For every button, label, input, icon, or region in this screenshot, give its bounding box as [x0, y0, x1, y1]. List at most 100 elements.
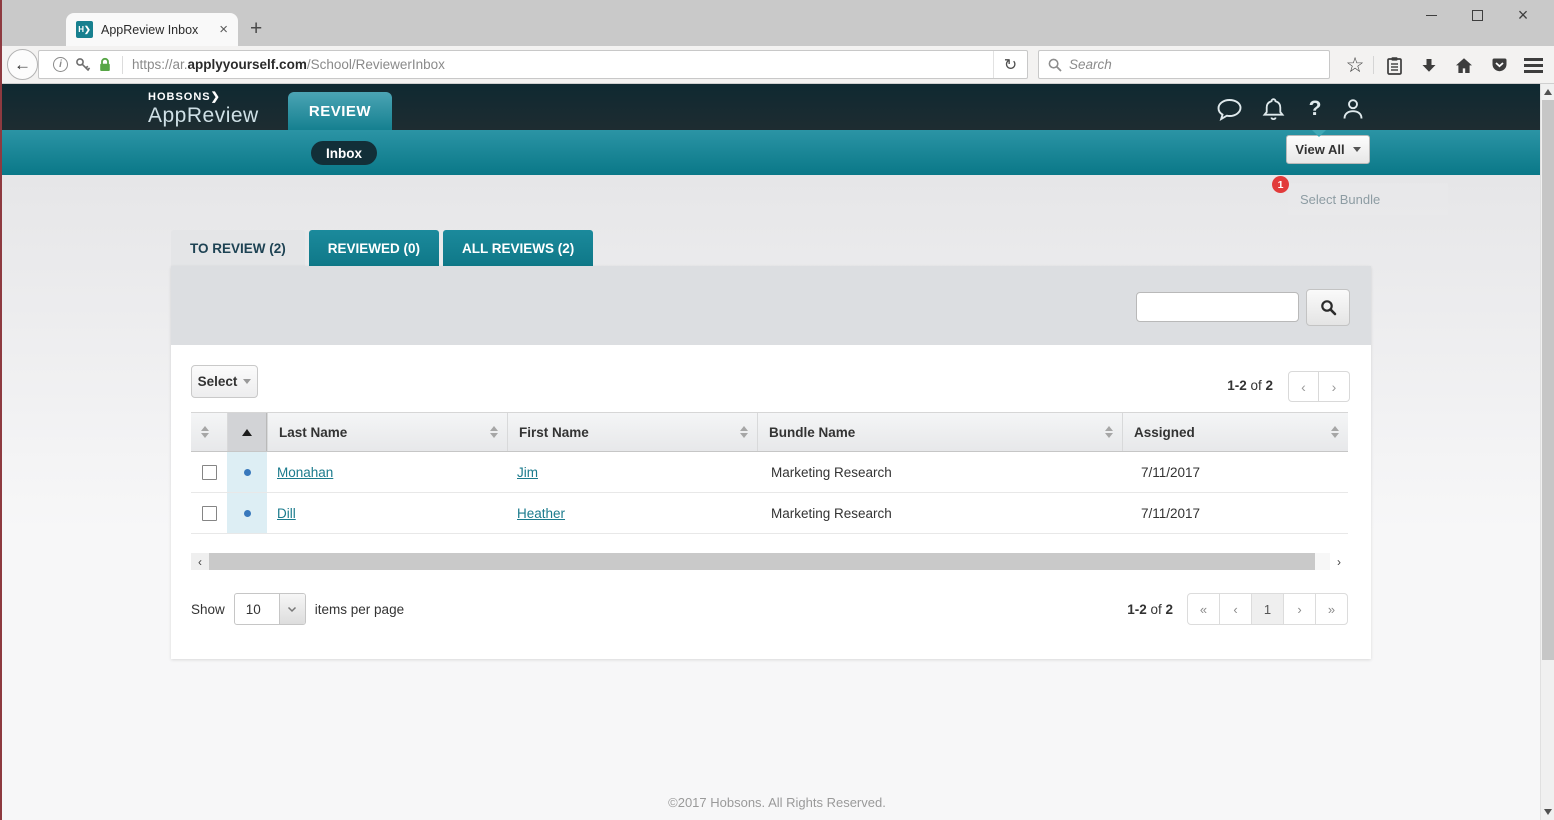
reviews-table: Last Name First Name Bundle Name Assigne…: [191, 412, 1348, 534]
page-size-select[interactable]: 10: [234, 593, 306, 625]
vertical-scrollbar[interactable]: [1540, 84, 1554, 820]
table-header-row: Last Name First Name Bundle Name Assigne…: [191, 412, 1348, 452]
back-button[interactable]: ←: [7, 49, 38, 80]
first-name-cell: Jim: [507, 452, 757, 492]
current-page-button[interactable]: 1: [1251, 593, 1284, 625]
page-size-value: 10: [235, 594, 279, 624]
top-pager: ‹ ›: [1288, 371, 1350, 402]
tab-all-reviews[interactable]: ALL REVIEWS (2): [443, 230, 593, 266]
chevron-down-icon: [243, 379, 251, 384]
scroll-right-button[interactable]: ›: [1330, 553, 1348, 570]
grid-search-button[interactable]: [1306, 289, 1350, 326]
row-status-cell: [227, 493, 267, 533]
bottom-pager: « ‹ 1 › »: [1187, 593, 1348, 625]
browser-tab[interactable]: H❯ AppReview Inbox ×: [66, 13, 238, 46]
new-tab-button[interactable]: +: [250, 17, 262, 41]
header-assigned[interactable]: Assigned: [1122, 413, 1348, 451]
scrollbar-thumb[interactable]: [209, 553, 1315, 570]
last-name-cell: Dill: [267, 493, 507, 533]
first-name-link[interactable]: Heather: [507, 506, 565, 521]
horizontal-scrollbar[interactable]: ‹ ›: [191, 553, 1348, 570]
divider: [122, 56, 123, 74]
row-checkbox[interactable]: [202, 506, 217, 521]
app-header: HOBSONS❯ AppReview REVIEW Select Bundle …: [0, 84, 1554, 130]
browser-search-input[interactable]: [1069, 57, 1329, 72]
select-dropdown-button[interactable]: Select: [191, 365, 258, 398]
bookmark-star-icon[interactable]: ☆: [1338, 49, 1372, 81]
browser-search-bar[interactable]: [1038, 50, 1330, 79]
inbox-panel: Select 1-2 of 2 ‹ › Last Name Fi: [171, 266, 1371, 659]
table-row: Monahan Jim Marketing Research 7/11/2017: [191, 452, 1348, 493]
window-edge-strip: [0, 0, 2, 820]
key-icon[interactable]: [75, 57, 91, 73]
sort-icon: [1105, 426, 1113, 438]
help-icon[interactable]: ?: [1298, 94, 1332, 124]
account-person-icon[interactable]: [1336, 94, 1370, 124]
bundle-cell: Marketing Research: [757, 493, 1122, 533]
next-page-button[interactable]: ›: [1319, 371, 1350, 402]
scrollbar-thumb[interactable]: [1542, 100, 1554, 660]
row-checkbox-cell: [191, 452, 227, 492]
view-all-dropdown[interactable]: View All: [1286, 135, 1370, 164]
nav-tab-review[interactable]: REVIEW: [288, 92, 392, 130]
scroll-up-icon[interactable]: [1544, 89, 1552, 95]
last-page-button[interactable]: »: [1315, 593, 1348, 625]
hobsons-logo-text: HOBSONS❯: [148, 90, 259, 103]
minimize-button[interactable]: [1408, 0, 1454, 30]
downloads-icon[interactable]: [1412, 49, 1446, 81]
tab-close-icon[interactable]: ×: [219, 22, 228, 37]
last-name-link[interactable]: Dill: [267, 506, 296, 521]
prev-page-button[interactable]: ‹: [1288, 371, 1319, 402]
header-select-column[interactable]: [191, 413, 227, 451]
select-label: Select: [198, 374, 238, 389]
reading-list-icon[interactable]: [1377, 49, 1411, 81]
tab-reviewed[interactable]: REVIEWED (0): [309, 230, 439, 266]
app-logo: HOBSONS❯ AppReview: [148, 90, 259, 128]
url-text: https://ar.applyyourself.com/School/Revi…: [132, 57, 445, 72]
sort-icon: [201, 426, 209, 438]
page-background: TO REVIEW (2) REVIEWED (0) ALL REVIEWS (…: [0, 175, 1554, 820]
scroll-down-icon[interactable]: [1544, 809, 1552, 815]
home-icon[interactable]: [1447, 49, 1481, 81]
notification-badge: 1: [1272, 176, 1289, 193]
row-status-cell: [227, 452, 267, 492]
unread-dot-icon: [244, 510, 251, 517]
secure-lock-icon[interactable]: [97, 57, 113, 73]
search-icon: [1048, 58, 1062, 72]
table-row: Dill Heather Marketing Research 7/11/201…: [191, 493, 1348, 534]
close-button[interactable]: ×: [1500, 0, 1546, 30]
page-info-icon[interactable]: i: [53, 57, 68, 72]
row-checkbox-cell: [191, 493, 227, 533]
header-status-column-sorted[interactable]: [227, 413, 267, 451]
sort-ascending-icon: [242, 429, 252, 436]
subnav-item-inbox[interactable]: Inbox: [311, 141, 377, 165]
header-last-name[interactable]: Last Name: [267, 413, 507, 451]
notifications-bell-icon[interactable]: [1256, 94, 1290, 124]
tab-to-review[interactable]: TO REVIEW (2): [171, 230, 305, 266]
menu-icon[interactable]: [1516, 49, 1550, 81]
messages-icon[interactable]: [1212, 94, 1246, 124]
last-name-link[interactable]: Monahan: [267, 465, 333, 480]
items-per-page-label: items per page: [315, 602, 404, 617]
close-icon: ×: [1518, 6, 1529, 24]
tab-title: AppReview Inbox: [101, 23, 219, 37]
reload-button[interactable]: ↻: [993, 51, 1027, 78]
page-size-control: Show 10 items per page: [191, 593, 404, 625]
url-bar[interactable]: i https://ar.applyyourself.com/School/Re…: [38, 50, 1028, 79]
window-controls: ×: [1408, 0, 1546, 30]
first-name-link[interactable]: Jim: [507, 465, 538, 480]
first-name-cell: Heather: [507, 493, 757, 533]
maximize-button[interactable]: [1454, 0, 1500, 30]
result-range-top: 1-2 of 2: [1227, 378, 1273, 393]
prev-page-button[interactable]: ‹: [1219, 593, 1252, 625]
first-page-button[interactable]: «: [1187, 593, 1220, 625]
next-page-button[interactable]: ›: [1283, 593, 1316, 625]
header-bundle-name[interactable]: Bundle Name: [757, 413, 1122, 451]
grid-search-input[interactable]: [1136, 292, 1299, 322]
scroll-left-button[interactable]: ‹: [191, 553, 209, 570]
maximize-icon: [1472, 10, 1483, 21]
row-checkbox[interactable]: [202, 465, 217, 480]
review-tabs: TO REVIEW (2) REVIEWED (0) ALL REVIEWS (…: [171, 230, 593, 266]
header-first-name[interactable]: First Name: [507, 413, 757, 451]
pocket-icon[interactable]: [1482, 49, 1516, 81]
